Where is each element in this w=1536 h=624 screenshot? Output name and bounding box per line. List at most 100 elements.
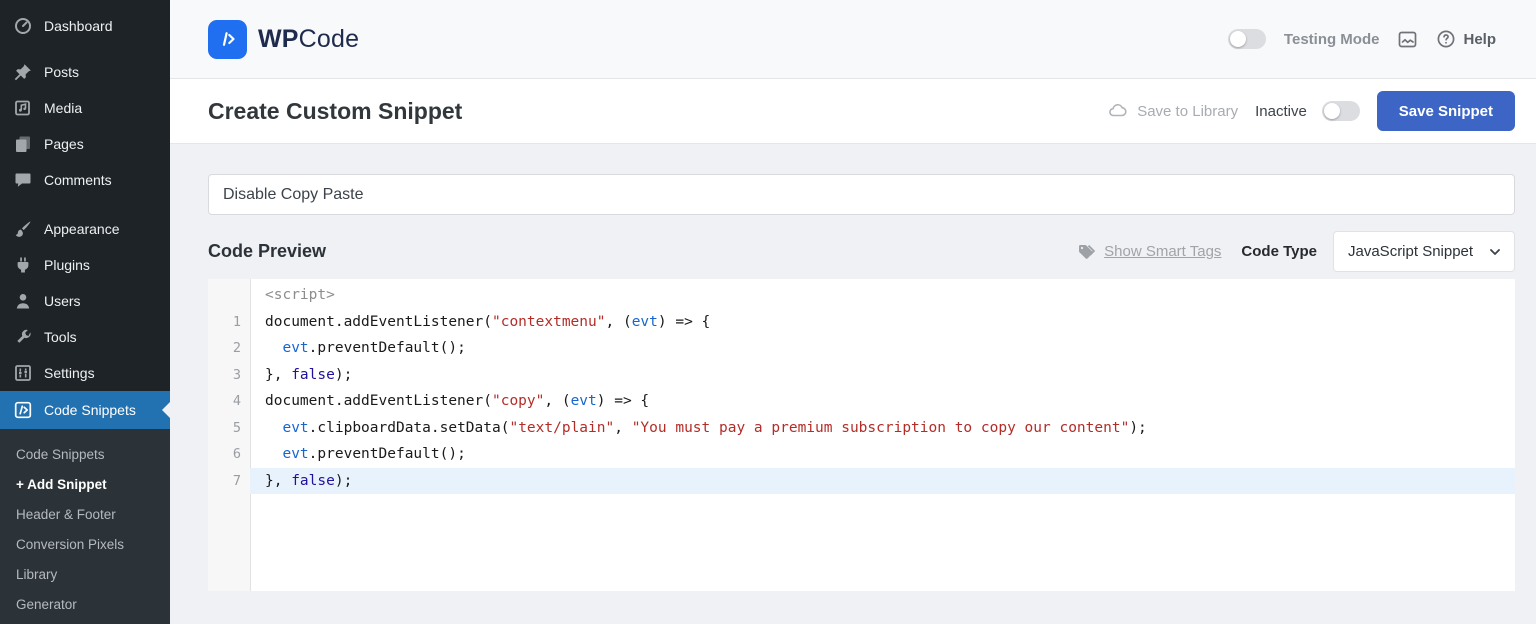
line-number: 4 [208, 388, 250, 415]
sidebar-item-label: Tools [44, 329, 77, 345]
code-text: }, false); [250, 468, 1515, 495]
chevron-down-icon [1488, 245, 1502, 259]
code-editor[interactable]: <script>1document.addEventListener("cont… [208, 279, 1515, 591]
pages-icon [13, 134, 33, 154]
line-number: 2 [208, 335, 250, 362]
sidebar-item-posts[interactable]: Posts [0, 54, 170, 90]
topbar-actions: Testing Mode Help [1228, 29, 1496, 50]
settings-icon [13, 363, 33, 383]
sidebar-item-dashboard[interactable]: Dashboard [0, 8, 170, 44]
submenu-item-code-snippets[interactable]: Code Snippets [0, 439, 170, 469]
sidebar-item-tools[interactable]: Tools [0, 319, 170, 355]
code-snippets-submenu: Code Snippets + Add Snippet Header & Foo… [0, 429, 170, 624]
sidebar-item-users[interactable]: Users [0, 283, 170, 319]
wpcode-logo: WPCode [208, 20, 359, 59]
code-text: document.addEventListener("contextmenu",… [250, 309, 1515, 336]
code-line[interactable]: 4document.addEventListener("copy", (evt)… [208, 388, 1515, 415]
media-icon [13, 98, 33, 118]
question-mark-icon [1436, 29, 1456, 49]
submenu-item-library[interactable]: Library [0, 559, 170, 589]
wpcode-logo-icon [208, 20, 247, 59]
sidebar-item-plugins[interactable]: Plugins [0, 247, 170, 283]
snippet-status-label: Inactive [1255, 103, 1307, 120]
brush-icon [13, 219, 33, 239]
sidebar-item-settings[interactable]: Settings [0, 355, 170, 391]
sidebar-item-label: Media [44, 100, 82, 116]
testing-mode-toggle[interactable] [1228, 29, 1266, 49]
wpcode-logo-text: WPCode [258, 25, 359, 54]
cloud-icon [1107, 100, 1129, 122]
line-number: 7 [208, 468, 250, 495]
code-text: evt.preventDefault(); [250, 335, 1515, 362]
main-area: WPCode Testing Mode Help Create Custom S… [170, 0, 1536, 624]
snippet-title-input[interactable] [208, 174, 1515, 215]
wp-admin-sidebar: Dashboard Posts Media Pages Comments [0, 0, 170, 624]
code-line[interactable]: 5 evt.clipboardData.setData("text/plain"… [208, 415, 1515, 442]
line-number: 3 [208, 362, 250, 389]
wpcode-icon [13, 400, 33, 420]
code-text: }, false); [250, 362, 1515, 389]
sidebar-item-appearance[interactable]: Appearance [0, 211, 170, 247]
line-number: 5 [208, 415, 250, 442]
code-line[interactable]: 2 evt.preventDefault(); [208, 335, 1515, 362]
sidebar-item-media[interactable]: Media [0, 90, 170, 126]
code-type-value: JavaScript Snippet [1348, 243, 1473, 260]
menu-separator [0, 44, 170, 54]
sidebar-item-label: Pages [44, 136, 84, 152]
save-to-library-button[interactable]: Save to Library [1107, 100, 1238, 122]
code-type-label: Code Type [1241, 243, 1317, 260]
code-preview-controls: Show Smart Tags Code Type JavaScript Sni… [1075, 231, 1515, 272]
sidebar-item-label: Plugins [44, 257, 90, 273]
sidebar-item-label: Dashboard [44, 18, 113, 34]
wpcode-admin-page: Dashboard Posts Media Pages Comments [0, 0, 1536, 624]
code-type-select[interactable]: JavaScript Snippet [1333, 231, 1515, 272]
sidebar-item-label: Users [44, 293, 81, 309]
monitor-icon[interactable] [1397, 29, 1418, 50]
show-smart-tags-link[interactable]: Show Smart Tags [1075, 241, 1221, 263]
page-title: Create Custom Snippet [208, 98, 462, 125]
submenu-item-conversion-pixels[interactable]: Conversion Pixels [0, 529, 170, 559]
sidebar-item-label: Appearance [44, 221, 120, 237]
code-preview-header: Code Preview Show Smart Tags Code Type J… [208, 231, 1515, 272]
code-text: evt.clipboardData.setData("text/plain", … [250, 415, 1515, 442]
wrench-icon [13, 327, 33, 347]
code-text: document.addEventListener("copy", (evt) … [250, 388, 1515, 415]
line-number: 6 [208, 441, 250, 468]
comment-icon [13, 170, 33, 190]
line-number: 1 [208, 309, 250, 336]
code-preview-heading: Code Preview [208, 241, 326, 262]
code-line[interactable]: 3}, false); [208, 362, 1515, 389]
content-area: Code Preview Show Smart Tags Code Type J… [170, 144, 1536, 624]
dashboard-icon [13, 16, 33, 36]
user-icon [13, 291, 33, 311]
code-line[interactable]: <script> [208, 282, 1515, 309]
line-number [208, 282, 250, 309]
testing-mode-label: Testing Mode [1284, 31, 1380, 48]
tags-icon [1075, 241, 1097, 263]
sidebar-item-comments[interactable]: Comments [0, 162, 170, 198]
menu-separator [0, 198, 170, 211]
submenu-item-generator[interactable]: Generator [0, 589, 170, 619]
sidebar-item-label: Code Snippets [44, 402, 136, 418]
plug-icon [13, 255, 33, 275]
help-button[interactable]: Help [1436, 29, 1496, 49]
submenu-item-add-snippet[interactable]: + Add Snippet [0, 469, 170, 499]
sidebar-item-pages[interactable]: Pages [0, 126, 170, 162]
sidebar-item-label: Comments [44, 172, 112, 188]
code-line[interactable]: 6 evt.preventDefault(); [208, 441, 1515, 468]
pushpin-icon [13, 62, 33, 82]
code-line[interactable]: 1document.addEventListener("contextmenu"… [208, 309, 1515, 336]
save-snippet-button[interactable]: Save Snippet [1377, 91, 1515, 131]
submenu-item-header-footer[interactable]: Header & Footer [0, 499, 170, 529]
sidebar-item-code-snippets[interactable]: Code Snippets [0, 391, 170, 429]
admin-menu: Dashboard Posts Media Pages Comments [0, 0, 170, 429]
code-text: <script> [250, 282, 1515, 309]
code-text: evt.preventDefault(); [250, 441, 1515, 468]
code-lines: <script>1document.addEventListener("cont… [208, 279, 1515, 494]
snippet-active-toggle[interactable] [1322, 101, 1360, 121]
header-actions: Save to Library Inactive Save Snippet [1107, 91, 1515, 131]
code-line[interactable]: 7}, false); [208, 468, 1515, 495]
plugin-topbar: WPCode Testing Mode Help [170, 0, 1536, 79]
sidebar-item-label: Posts [44, 64, 79, 80]
page-header: Create Custom Snippet Save to Library In… [170, 79, 1536, 144]
